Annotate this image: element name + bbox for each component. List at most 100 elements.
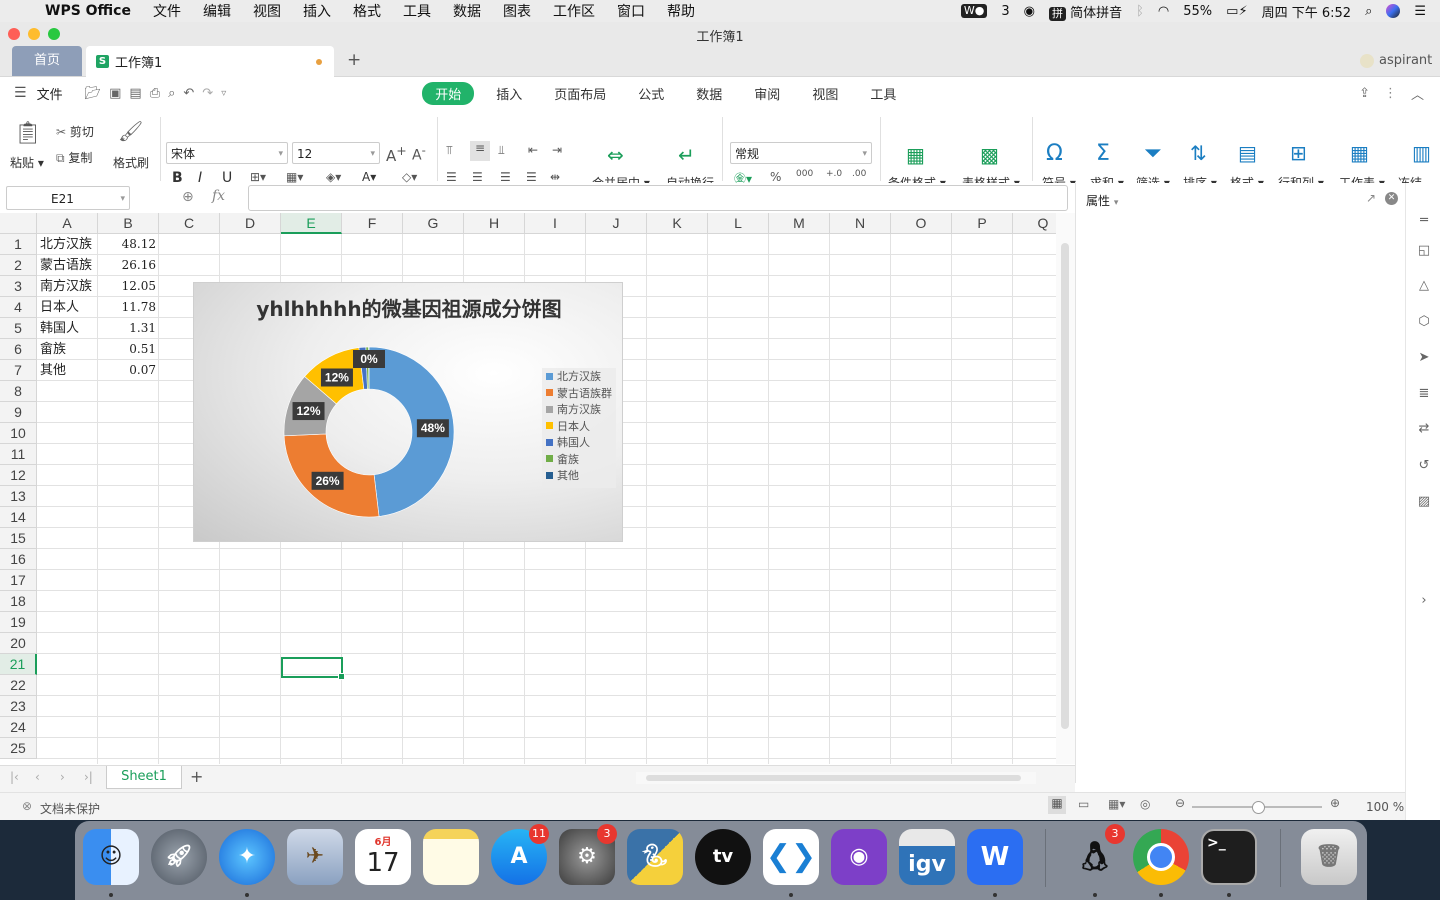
border-icon[interactable]: ⊞▾ bbox=[250, 170, 266, 184]
column-header-m[interactable]: M bbox=[769, 213, 830, 234]
align-right-icon[interactable]: ☰ bbox=[500, 170, 511, 184]
cell-b6[interactable]: 0.51 bbox=[98, 339, 156, 360]
decrease-font-icon[interactable]: A- bbox=[412, 143, 426, 164]
cell-style-icon[interactable]: ▦▾ bbox=[286, 170, 303, 184]
normal-view-icon[interactable]: ▦ bbox=[1048, 796, 1066, 814]
row-header-6[interactable]: 6 bbox=[0, 339, 37, 360]
font-name-select[interactable]: 宋体 ▾ bbox=[166, 142, 288, 164]
font-size-select[interactable]: 12 ▾ bbox=[292, 142, 380, 164]
wrap-text-icon[interactable]: ↵ bbox=[678, 143, 695, 167]
cell-a6[interactable]: 畲族 bbox=[40, 339, 98, 360]
row-header-16[interactable]: 16 bbox=[0, 549, 37, 570]
column-header-e[interactable]: E bbox=[281, 213, 342, 234]
fill-handle[interactable] bbox=[338, 673, 345, 680]
filter-icon[interactable]: ⏷ bbox=[1144, 141, 1162, 166]
cell-a2[interactable]: 蒙古语族 bbox=[40, 255, 98, 276]
wps-office-icon[interactable]: W bbox=[967, 829, 1023, 885]
formula-input[interactable] bbox=[248, 185, 1068, 211]
chrome-icon[interactable] bbox=[1133, 829, 1189, 885]
cell-b7[interactable]: 0.07 bbox=[98, 360, 156, 381]
eye-protection-icon[interactable]: ◎ bbox=[1140, 797, 1150, 811]
notification-center-icon[interactable]: ☰ bbox=[1414, 4, 1426, 19]
selected-cell-cursor[interactable] bbox=[281, 657, 345, 680]
sum-icon[interactable]: Σ bbox=[1096, 141, 1110, 166]
zoom-slider-thumb[interactable] bbox=[1252, 801, 1265, 814]
print-icon[interactable]: ⎙ bbox=[150, 86, 160, 101]
tab-workbook1[interactable]: S 工作簿1 bbox=[86, 46, 334, 77]
row-header-20[interactable]: 20 bbox=[0, 633, 37, 654]
column-header-g[interactable]: G bbox=[403, 213, 464, 234]
collapse-ribbon-icon[interactable]: ︿ bbox=[1411, 84, 1424, 103]
row-header-3[interactable]: 3 bbox=[0, 276, 37, 297]
tab-view[interactable]: 视图 bbox=[796, 84, 854, 103]
vertical-scrollbar[interactable] bbox=[1056, 213, 1075, 764]
row-header-13[interactable]: 13 bbox=[0, 486, 37, 507]
column-header-c[interactable]: C bbox=[159, 213, 220, 234]
siri-icon[interactable] bbox=[1386, 4, 1401, 18]
adjust-icon[interactable]: ≣ bbox=[1416, 386, 1432, 402]
image-icon[interactable]: ▨ bbox=[1416, 494, 1432, 510]
column-header-a[interactable]: A bbox=[37, 213, 98, 234]
sheet-tab-sheet1[interactable]: Sheet1 bbox=[106, 766, 182, 789]
clock[interactable]: 周四 下午 6:52 bbox=[1262, 2, 1351, 21]
thousands-icon[interactable]: 000 bbox=[796, 169, 813, 179]
symbol-icon[interactable]: Ω bbox=[1046, 141, 1063, 166]
quick-access-dropdown-icon[interactable]: ▿ bbox=[221, 88, 226, 99]
cell-b3[interactable]: 12.05 bbox=[98, 276, 156, 297]
align-left-icon[interactable]: ☰ bbox=[446, 170, 457, 184]
expand-panel-icon[interactable]: › bbox=[1416, 593, 1432, 609]
tab-page-layout[interactable]: 页面布局 bbox=[538, 84, 622, 103]
horizontal-scrollbar[interactable] bbox=[636, 772, 1036, 784]
redo-icon[interactable]: ↷ bbox=[202, 86, 213, 101]
github-desktop-icon[interactable]: ◉ bbox=[831, 829, 887, 885]
copy-button[interactable]: ⧉ 复制 bbox=[56, 149, 92, 166]
cut-button[interactable]: ✂ 剪切 bbox=[56, 123, 94, 140]
tab-review[interactable]: 审阅 bbox=[738, 84, 796, 103]
zoom-level[interactable]: 100 % bbox=[1366, 800, 1404, 814]
fx-icon[interactable]: fx bbox=[212, 188, 225, 204]
increase-font-icon[interactable]: A+ bbox=[386, 143, 407, 165]
row-header-18[interactable]: 18 bbox=[0, 591, 37, 612]
align-center-icon[interactable]: ☰ bbox=[472, 170, 483, 184]
trash-icon[interactable]: 🗑︎ bbox=[1301, 829, 1357, 885]
decrease-indent-icon[interactable]: ⇤ bbox=[528, 143, 538, 157]
column-header-d[interactable]: D bbox=[220, 213, 281, 234]
format-icon[interactable]: ▤ bbox=[1238, 141, 1257, 165]
sidebar-handle-icon[interactable]: ═ bbox=[1416, 213, 1432, 229]
cell-a5[interactable]: 韩国人 bbox=[40, 318, 98, 339]
align-bottom-icon[interactable]: ⫫ bbox=[498, 143, 505, 158]
decrease-decimal-icon[interactable]: .00 bbox=[852, 169, 866, 179]
vertical-scroll-thumb[interactable] bbox=[1061, 243, 1069, 729]
column-header-h[interactable]: H bbox=[464, 213, 525, 234]
open-icon[interactable]: 📂︎ bbox=[85, 86, 102, 101]
tab-formula[interactable]: 公式 bbox=[622, 84, 680, 103]
table-style-icon[interactable]: ▩ bbox=[980, 143, 999, 167]
protection-status[interactable]: 文档未保护 bbox=[40, 800, 100, 817]
column-header-l[interactable]: L bbox=[708, 213, 769, 234]
wifi-icon[interactable]: ◠ bbox=[1158, 4, 1169, 19]
zoom-formula-icon[interactable]: ⊕ bbox=[182, 189, 194, 205]
igv-icon[interactable]: igv bbox=[899, 829, 955, 885]
cell-a4[interactable]: 日本人 bbox=[40, 297, 98, 318]
conditional-format-icon[interactable]: ▦ bbox=[906, 143, 925, 167]
zoom-in-icon[interactable]: ⊕ bbox=[1330, 796, 1340, 810]
select-pointer-icon[interactable]: ➤ bbox=[1416, 350, 1432, 366]
freeze-icon[interactable]: ▥ bbox=[1412, 141, 1431, 165]
menu-data[interactable]: 数据 bbox=[442, 1, 492, 21]
align-middle-icon[interactable]: ≡ bbox=[470, 141, 490, 161]
paste-button[interactable]: 粘贴 ▾ bbox=[10, 154, 44, 171]
row-header-2[interactable]: 2 bbox=[0, 255, 37, 276]
number-format-select[interactable]: 常规 ▾ bbox=[730, 142, 872, 164]
justify-icon[interactable]: ☰ bbox=[526, 170, 537, 184]
safari-icon[interactable]: ✦ bbox=[219, 829, 275, 885]
row-header-19[interactable]: 19 bbox=[0, 612, 37, 633]
select-all-corner[interactable] bbox=[0, 213, 37, 234]
cell-b5[interactable]: 1.31 bbox=[98, 318, 156, 339]
python-icon[interactable]: 🐍︎ bbox=[627, 829, 683, 885]
increase-indent-icon[interactable]: ⇥ bbox=[552, 143, 562, 157]
zoom-slider[interactable] bbox=[1192, 801, 1322, 814]
merge-center-icon[interactable]: ⇔ bbox=[607, 143, 624, 167]
cell-b4[interactable]: 11.78 bbox=[98, 297, 156, 318]
spotlight-icon[interactable]: ⌕ bbox=[1365, 4, 1372, 19]
shapes-icon[interactable]: ◱ bbox=[1416, 243, 1432, 259]
